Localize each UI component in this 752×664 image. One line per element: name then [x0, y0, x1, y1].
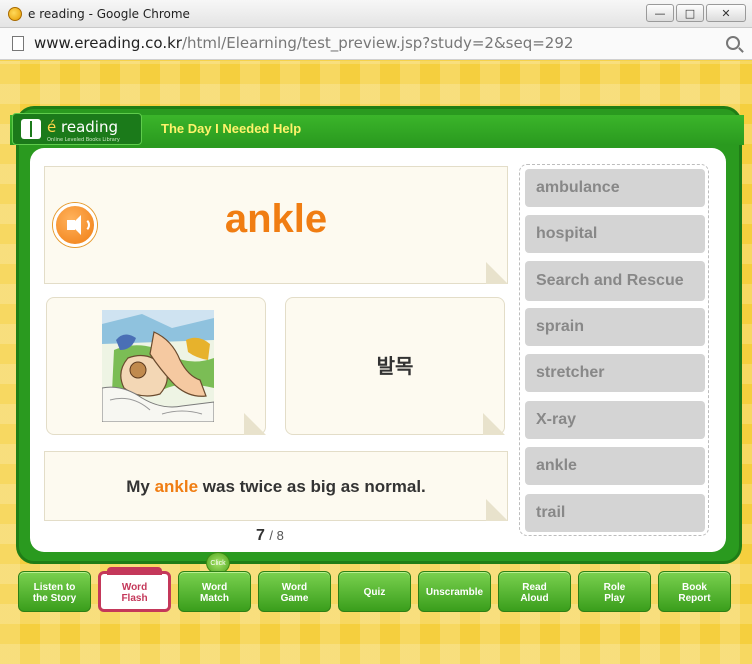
page-curl-corner — [486, 499, 508, 521]
korean-meaning: 발목 — [376, 354, 414, 378]
nav-read-aloud[interactable]: Read Aloud — [498, 571, 571, 612]
word-card: ankle — [44, 166, 508, 284]
story-title: The Day I Needed Help — [161, 121, 302, 136]
nav-label: Read Aloud — [520, 582, 549, 604]
nav-label: Word Match — [200, 582, 229, 604]
ankle-illustration — [102, 310, 214, 422]
nav-label: Word Flash — [121, 582, 148, 604]
nav-label: Listen to the Story — [32, 582, 77, 604]
word-item-hospital[interactable]: hospital — [525, 215, 705, 253]
word-list: ambulance hospital Search and Rescue spr… — [519, 164, 709, 536]
nav-unscramble[interactable]: Unscramble — [418, 571, 491, 612]
example-sentence: My ankle was twice as big as normal. — [45, 477, 507, 497]
minimize-button[interactable]: — — [646, 4, 674, 22]
word-item-stretcher[interactable]: stretcher — [525, 354, 705, 392]
maximize-button[interactable]: □ — [676, 4, 704, 22]
nav-label: Quiz — [363, 587, 386, 599]
app-icon — [8, 7, 22, 21]
word-item-ankle[interactable]: ankle — [525, 447, 705, 485]
sentence-after: was twice as big as normal. — [198, 477, 426, 496]
nav-word-game[interactable]: Word Game — [258, 571, 331, 612]
meaning-card: 발목 — [285, 297, 505, 435]
book-icon — [21, 119, 41, 139]
address-bar[interactable]: www.ereading.co.kr/html/Elearning/test_p… — [0, 28, 752, 60]
logo-subtitle: Online Leveled Books Library — [47, 137, 120, 143]
vocab-word: ankle — [224, 197, 328, 241]
nav-word-flash[interactable]: Word Flash — [98, 567, 171, 612]
zoom-icon[interactable] — [726, 36, 740, 50]
url-host: www.ereading.co.kr — [34, 34, 182, 52]
nav-word-match[interactable]: Word Match — [178, 571, 251, 612]
page-icon — [12, 36, 24, 51]
word-item-sprain[interactable]: sprain — [525, 308, 705, 346]
sentence-highlight: ankle — [154, 477, 199, 496]
active-tab-marker — [107, 567, 162, 575]
picture-card — [46, 297, 266, 435]
activity-nav: Listen to the Story Word Flash Word Matc… — [18, 567, 738, 613]
word-item-x-ray[interactable]: X-ray — [525, 401, 705, 439]
nav-listen-to-story[interactable]: Listen to the Story — [18, 571, 91, 612]
page-curl-corner — [486, 262, 508, 284]
window-title: e reading - Google Chrome — [28, 7, 190, 21]
page-curl-corner — [244, 413, 266, 435]
total-pages: / 8 — [269, 528, 284, 543]
nav-role-play[interactable]: Role Play — [578, 571, 651, 612]
page-counter: 7 / 8 — [256, 527, 284, 545]
nav-label: Book Report — [678, 582, 711, 604]
close-button[interactable]: ✕ — [706, 4, 746, 22]
word-item-trail[interactable]: trail — [525, 494, 705, 532]
window-titlebar: e reading - Google Chrome — □ ✕ — [0, 0, 752, 28]
url-path: /html/Elearning/test_preview.jsp?study=2… — [181, 34, 574, 52]
ereading-logo[interactable]: é reading Online Leveled Books Library — [12, 113, 142, 145]
window-controls: — □ ✕ — [646, 4, 746, 22]
nav-label: Unscramble — [425, 587, 484, 599]
page-curl-corner — [483, 413, 505, 435]
logo-word: reading — [56, 118, 118, 136]
sentence-before: My — [126, 477, 155, 496]
nav-quiz[interactable]: Quiz — [338, 571, 411, 612]
current-page: 7 — [256, 527, 265, 544]
nav-label: Word Game — [280, 582, 309, 604]
word-item-search-and-rescue[interactable]: Search and Rescue — [525, 261, 705, 301]
url-text[interactable]: www.ereading.co.kr/html/Elearning/test_p… — [34, 34, 573, 52]
nav-book-report[interactable]: Book Report — [658, 571, 731, 612]
nav-label: Role Play — [603, 582, 626, 604]
logo-text: é reading — [47, 118, 118, 136]
logo-e: é — [47, 118, 57, 136]
word-item-ambulance[interactable]: ambulance — [525, 169, 705, 207]
sentence-card: My ankle was twice as big as normal. — [44, 451, 508, 521]
